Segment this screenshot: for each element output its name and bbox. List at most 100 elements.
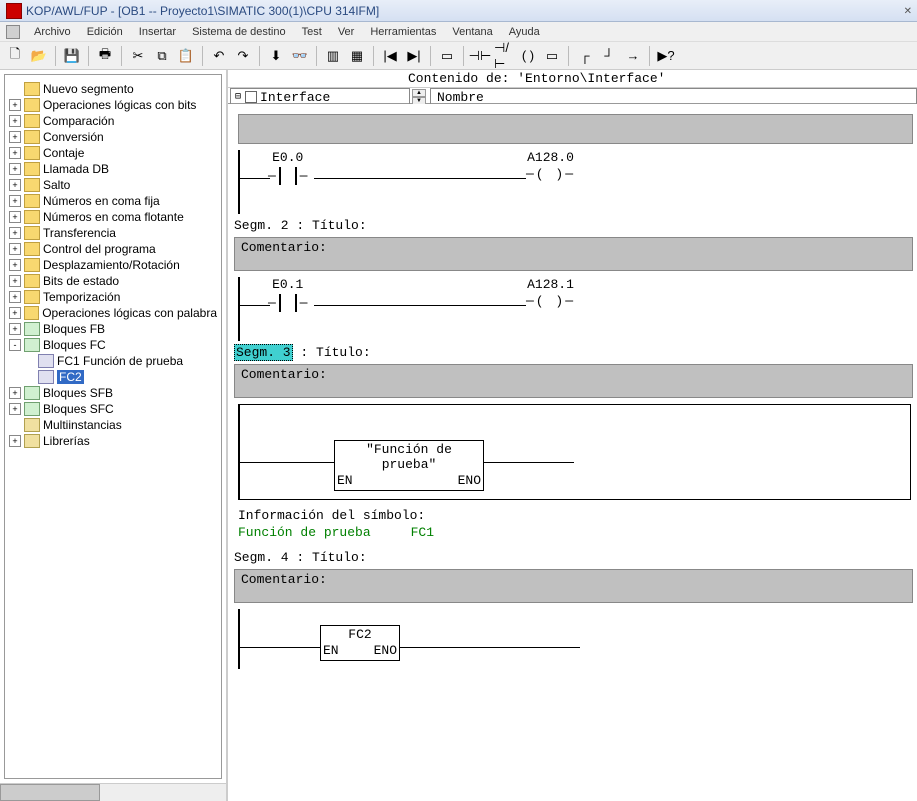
expand-icon[interactable]: + <box>9 387 21 399</box>
expand-icon[interactable]: + <box>9 403 21 415</box>
sidebar-close-icon[interactable]: ✕ <box>901 6 915 17</box>
help-button[interactable]: ▶? <box>655 45 677 67</box>
tree-node[interactable]: +Conversión <box>9 129 217 145</box>
open-button[interactable]: 📂 <box>28 45 50 67</box>
fc2-call-box[interactable]: FC2 EN ENO <box>320 625 400 661</box>
expand-icon[interactable]: + <box>9 227 21 239</box>
save-button[interactable]: 💾 <box>61 45 83 67</box>
box-button[interactable]: ▭ <box>541 45 563 67</box>
collapse-icon[interactable]: - <box>9 339 21 351</box>
new-button[interactable]: 🗋 <box>4 45 26 67</box>
tree-node[interactable]: +Números en coma fija <box>9 193 217 209</box>
contact-nc-button[interactable]: ⊣/⊢ <box>493 45 515 67</box>
expand-icon[interactable]: + <box>9 291 21 303</box>
menu-insertar[interactable]: Insertar <box>131 24 184 40</box>
tree-node[interactable]: -Bloques FC <box>9 337 217 353</box>
network-3[interactable]: "Función de prueba" EN ENO <box>238 404 917 500</box>
copy-button[interactable]: ⧉ <box>151 45 173 67</box>
tree-node[interactable]: +Librerías <box>9 433 217 449</box>
monitor-button[interactable]: 👓 <box>289 45 311 67</box>
expand-icon[interactable]: + <box>9 243 21 255</box>
catalog-button[interactable]: ▥ <box>322 45 344 67</box>
tree-node[interactable]: Nuevo segmento <box>9 81 217 97</box>
tree-node[interactable]: +Transferencia <box>9 225 217 241</box>
scrollbar-thumb[interactable] <box>0 784 100 801</box>
expand-icon[interactable]: + <box>9 195 21 207</box>
interface-spinner[interactable]: ▲ ▼ <box>412 89 426 105</box>
tree-node[interactable]: +Bloques SFC <box>9 401 217 417</box>
ladder-editor[interactable]: E0.0 ─ ─ A128.0 ─( )─ Segm. 2 : Título: … <box>228 104 917 801</box>
tree-node[interactable]: +Bloques SFB <box>9 385 217 401</box>
coil-a1281[interactable]: A128.1 ─( )─ <box>526 277 575 309</box>
sidebar-scrollbar[interactable] <box>0 783 226 801</box>
contact-e00[interactable]: E0.0 ─ ─ <box>268 150 307 185</box>
menu-ayuda[interactable]: Ayuda <box>501 24 548 40</box>
expand-icon[interactable]: + <box>9 307 21 319</box>
tree-node[interactable]: +Números en coma flotante <box>9 209 217 225</box>
expand-icon[interactable]: + <box>9 131 21 143</box>
segment1-comment-box[interactable] <box>238 114 913 144</box>
tree-node[interactable]: FC1 Función de prueba <box>23 353 217 369</box>
connector-button[interactable]: → <box>622 45 644 67</box>
segment4-comment-box[interactable]: Comentario: <box>234 569 913 603</box>
tree-node[interactable]: +Operaciones lógicas con bits <box>9 97 217 113</box>
expand-icon[interactable]: + <box>9 275 21 287</box>
contact-no-button[interactable]: ⊣⊢ <box>469 45 491 67</box>
tree-node[interactable]: +Desplazamiento/Rotación <box>9 257 217 273</box>
print-button[interactable]: 🖶 <box>94 45 116 67</box>
segment2-title[interactable]: Segm. 2 : Título: <box>234 218 917 233</box>
spinner-up-icon[interactable]: ▲ <box>412 89 426 97</box>
tree-node[interactable]: +Contaje <box>9 145 217 161</box>
coil-a1280[interactable]: A128.0 ─( )─ <box>526 150 575 182</box>
expand-icon[interactable]: + <box>9 179 21 191</box>
fc1-call-box[interactable]: "Función de prueba" EN ENO <box>334 440 484 491</box>
module-button[interactable]: ▭ <box>436 45 458 67</box>
network-1[interactable]: E0.0 ─ ─ A128.0 ─( )─ <box>238 150 913 214</box>
redo-button[interactable]: ↷ <box>232 45 254 67</box>
menu-herramientas[interactable]: Herramientas <box>362 24 444 40</box>
tree-node[interactable]: +Operaciones lógicas con palabra <box>9 305 217 321</box>
cut-button[interactable]: ✂ <box>127 45 149 67</box>
menu-ventana[interactable]: Ventana <box>444 24 500 40</box>
menu-test[interactable]: Test <box>294 24 330 40</box>
segment2-comment-box[interactable]: Comentario: <box>234 237 913 271</box>
branch-open-button[interactable]: ┌ <box>574 45 596 67</box>
expand-icon[interactable]: + <box>9 211 21 223</box>
network-2[interactable]: E0.1 ─ ─ A128.1 ─( )─ <box>238 277 913 341</box>
tree-node[interactable]: +Temporización <box>9 289 217 305</box>
menu-archivo[interactable]: Archivo <box>26 24 79 40</box>
nav-prev-button[interactable]: |◀ <box>379 45 401 67</box>
system-menu-icon[interactable] <box>6 25 20 39</box>
segment4-title[interactable]: Segm. 4 : Título: <box>234 550 917 565</box>
expand-icon[interactable]: + <box>9 147 21 159</box>
coil-button[interactable]: ( ) <box>517 45 539 67</box>
expand-icon[interactable]: + <box>9 323 21 335</box>
menu-ver[interactable]: Ver <box>330 24 363 40</box>
tree-node[interactable]: +Salto <box>9 177 217 193</box>
tree-node[interactable]: +Control del programa <box>9 241 217 257</box>
tree-node[interactable]: +Bloques FB <box>9 321 217 337</box>
network-4[interactable]: FC2 EN ENO <box>238 609 917 669</box>
contact-e01[interactable]: E0.1 ─ ─ <box>268 277 307 312</box>
catalog-tree[interactable]: Nuevo segmento+Operaciones lógicas con b… <box>5 75 221 455</box>
segment3-number-selected[interactable]: Segm. 3 <box>234 344 293 361</box>
detail-button[interactable]: ▦ <box>346 45 368 67</box>
menu-sistema-destino[interactable]: Sistema de destino <box>184 24 294 40</box>
paste-button[interactable]: 📋 <box>175 45 197 67</box>
tree-node[interactable]: +Comparación <box>9 113 217 129</box>
tree-node[interactable]: Multiinstancias <box>9 417 217 433</box>
expand-icon[interactable]: + <box>9 259 21 271</box>
tree-node[interactable]: FC2 <box>23 369 217 385</box>
expand-icon[interactable]: + <box>9 435 21 447</box>
segment3-comment-box[interactable]: Comentario: <box>234 364 913 398</box>
tree-node[interactable]: +Llamada DB <box>9 161 217 177</box>
expand-icon[interactable]: + <box>9 115 21 127</box>
expand-icon[interactable]: + <box>9 99 21 111</box>
download-button[interactable]: ⬇ <box>265 45 287 67</box>
tree-node[interactable]: +Bits de estado <box>9 273 217 289</box>
segment3-title[interactable]: Segm. 3 : Título: <box>234 345 917 360</box>
nav-next-button[interactable]: ▶| <box>403 45 425 67</box>
branch-close-button[interactable]: ┘ <box>598 45 620 67</box>
expand-icon[interactable]: + <box>9 163 21 175</box>
menu-edicion[interactable]: Edición <box>79 24 131 40</box>
